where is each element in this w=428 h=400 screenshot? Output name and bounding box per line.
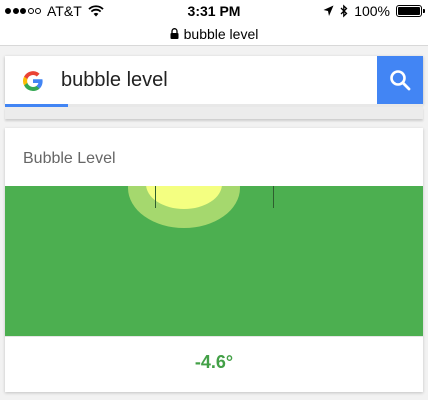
battery-icon: [396, 5, 425, 17]
card-title: Bubble Level: [23, 150, 116, 167]
bluetooth-icon: [340, 4, 348, 18]
search-icon: [390, 70, 411, 91]
status-right: 100%: [323, 3, 425, 19]
google-g-icon: [23, 71, 43, 91]
search-input[interactable]: [61, 64, 361, 96]
location-arrow-icon: [323, 5, 334, 16]
guide-line-left: [155, 186, 156, 208]
search-shadow-strip: [5, 107, 423, 119]
search-button[interactable]: [377, 56, 423, 104]
url-bar[interactable]: bubble level: [0, 22, 428, 46]
level-field: [5, 186, 423, 336]
lock-icon: [170, 28, 179, 39]
bubble-level-card: Bubble Level -4.6°: [5, 128, 423, 392]
url-text: bubble level: [183, 25, 259, 42]
battery-fill: [398, 7, 420, 15]
battery-percent: 100%: [354, 3, 390, 19]
guide-line-right: [273, 186, 274, 208]
search-box: [5, 56, 423, 104]
status-bar: AT&T 3:31 PM 100%: [0, 0, 428, 22]
tilt-reading: -4.6°: [194, 352, 234, 372]
card-divider: [5, 336, 423, 337]
